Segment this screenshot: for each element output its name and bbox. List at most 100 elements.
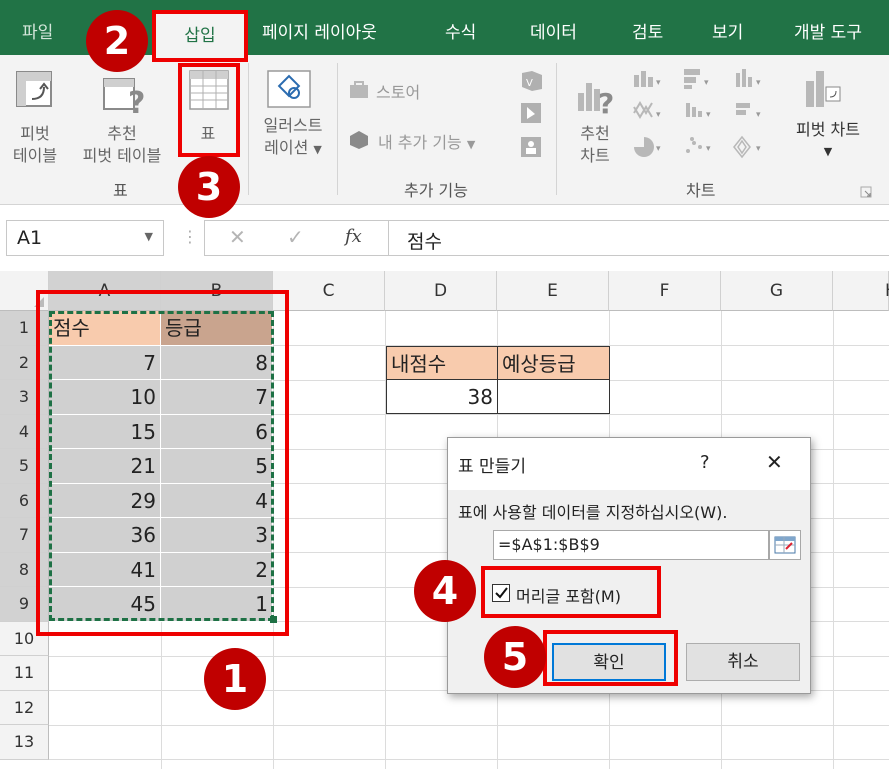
- step-badge-2: 2: [86, 10, 148, 72]
- chevron-down-icon: ▼: [313, 143, 322, 156]
- ribbon-separator: [248, 63, 249, 195]
- range-selector-icon[interactable]: [769, 530, 801, 560]
- illustrations-label-2: 레이션: [264, 138, 309, 157]
- recommended-charts-icon[interactable]: ?: [574, 75, 618, 120]
- cell-e2[interactable]: 예상등급: [497, 345, 610, 380]
- svg-text:▾: ▾: [704, 78, 709, 88]
- recommended-pivot-label-1: 추천: [107, 124, 137, 143]
- ribbon-separator: [556, 63, 557, 195]
- recommended-pivot-button[interactable]: 추천 피벗 테이블: [70, 123, 174, 167]
- illustrations-button[interactable]: 일러스트 레이션 ▼: [254, 115, 332, 161]
- tab-developer[interactable]: 개발 도구: [794, 0, 862, 55]
- svg-text:▾: ▾: [756, 110, 761, 120]
- close-icon[interactable]: ✕: [766, 450, 783, 474]
- cancel-icon[interactable]: ✕: [229, 225, 246, 249]
- enter-icon[interactable]: ✓: [287, 225, 304, 249]
- formula-bar: A1 ▼ ⋮ ✕ ✓ fx 점수: [0, 205, 889, 265]
- chevron-down-icon: ▼: [466, 138, 476, 151]
- cell-d3[interactable]: 38: [386, 379, 498, 414]
- recommended-pivot-label-2: 피벗 테이블: [82, 146, 162, 165]
- recommended-charts-label-2: 차트: [580, 146, 610, 165]
- column-header-e[interactable]: E: [497, 271, 609, 311]
- range-input[interactable]: =$A$1:$B$9: [493, 530, 769, 560]
- people-graph-icon[interactable]: [518, 135, 544, 159]
- column-header-d[interactable]: D: [385, 271, 497, 311]
- step-badge-3: 3: [178, 156, 240, 218]
- illustrations-label-1: 일러스트: [263, 116, 323, 135]
- svg-text:▾: ▾: [656, 78, 661, 88]
- group-label-addins: 추가 기능: [404, 181, 468, 200]
- dialog-launcher-icon[interactable]: [860, 183, 872, 198]
- pivot-chart-label: 피벗 차트: [796, 120, 860, 139]
- column-header-h[interactable]: H: [833, 271, 889, 311]
- svg-text:▾: ▾: [706, 144, 711, 154]
- visio-icon[interactable]: V: [518, 69, 544, 93]
- pivot-chart-button[interactable]: 피벗 차트 ▼: [782, 119, 874, 163]
- row-header[interactable]: 13: [0, 725, 49, 760]
- svg-text:▾: ▾: [756, 78, 761, 88]
- my-addins-icon[interactable]: [348, 129, 370, 149]
- step-badge-5: 5: [484, 626, 546, 688]
- gridline: [49, 759, 889, 760]
- illustrations-icon[interactable]: [266, 69, 314, 111]
- step-badge-4: 4: [414, 560, 476, 622]
- svg-text:▾: ▾: [706, 110, 711, 120]
- pivot-table-icon[interactable]: [14, 69, 56, 111]
- recommended-charts-button[interactable]: 추천 차트: [568, 123, 622, 167]
- svg-text:?: ?: [598, 87, 614, 117]
- cancel-button[interactable]: 취소: [686, 643, 800, 681]
- chevron-down-icon[interactable]: ▼: [145, 230, 153, 243]
- recommended-pivot-icon[interactable]: ?: [100, 75, 148, 121]
- insert-function-icon[interactable]: fx: [345, 226, 362, 247]
- pivot-table-button[interactable]: 피벗 테이블: [6, 123, 64, 167]
- highlight-insert-tab: [152, 10, 248, 62]
- cell-d2[interactable]: 내점수: [386, 345, 498, 380]
- highlight-data-range: [36, 290, 289, 636]
- highlight-table-button: [178, 63, 240, 157]
- step-badge-1: 1: [204, 648, 266, 710]
- store-icon[interactable]: [348, 79, 370, 99]
- svg-text:?: ?: [128, 86, 145, 117]
- pivot-chart-icon[interactable]: [800, 67, 846, 113]
- formula-input[interactable]: 점수: [388, 220, 889, 256]
- ribbon-separator: [337, 63, 338, 195]
- svg-text:▾: ▾: [656, 144, 661, 154]
- tab-formulas[interactable]: 수식: [445, 0, 476, 55]
- group-label-tables: 표: [113, 181, 128, 200]
- gridline: [49, 725, 889, 726]
- my-addins-button[interactable]: 내 추가 기능 ▼: [378, 129, 475, 153]
- row-header[interactable]: 12: [0, 690, 49, 725]
- name-box[interactable]: A1 ▼: [6, 220, 164, 256]
- help-icon[interactable]: ?: [700, 452, 710, 473]
- tab-page-layout[interactable]: 페이지 레이아웃: [262, 0, 377, 55]
- pivot-table-label-2: 테이블: [12, 146, 58, 165]
- my-addins-label: 내 추가 기능: [378, 133, 462, 152]
- group-label-charts: 차트: [686, 181, 716, 200]
- cell-e3[interactable]: [497, 379, 610, 414]
- column-header-f[interactable]: F: [609, 271, 721, 311]
- bing-icon[interactable]: [518, 101, 544, 125]
- column-header-c[interactable]: C: [273, 271, 385, 311]
- more-options-icon[interactable]: ⋮: [182, 227, 198, 246]
- tab-review[interactable]: 검토: [632, 0, 663, 55]
- tab-data[interactable]: 데이터: [530, 0, 577, 55]
- svg-text:V: V: [526, 78, 533, 89]
- highlight-ok-button: [543, 630, 678, 686]
- tab-view[interactable]: 보기: [712, 0, 743, 55]
- tab-file[interactable]: 파일: [22, 0, 53, 55]
- store-button[interactable]: 스토어: [376, 79, 420, 103]
- row-header[interactable]: 11: [0, 656, 49, 691]
- dialog-title: 표 만들기: [458, 457, 526, 477]
- name-box-value: A1: [17, 227, 43, 249]
- range-value: =$A$1:$B$9: [498, 535, 600, 554]
- svg-text:▾: ▾: [656, 110, 661, 120]
- formula-buttons: ✕ ✓ fx: [204, 220, 388, 256]
- formula-content: 점수: [407, 231, 442, 253]
- pivot-table-label-1: 피벗: [20, 124, 50, 143]
- ribbon-insert-panel: 피벗 테이블 ? 추천 피벗 테이블 표 표 일러스트 레이션 ▼ 스토어 내 …: [0, 55, 889, 205]
- chart-type-gallery[interactable]: ▾ ▾ ▾ ▾ ▾ ▾ ▾ ▾ ▾: [632, 67, 778, 167]
- column-header-g[interactable]: G: [721, 271, 833, 311]
- chevron-down-icon: ▼: [823, 145, 833, 158]
- dialog-titlebar: 표 만들기 ? ✕: [448, 438, 810, 490]
- recommended-charts-label-1: 추천: [580, 124, 610, 143]
